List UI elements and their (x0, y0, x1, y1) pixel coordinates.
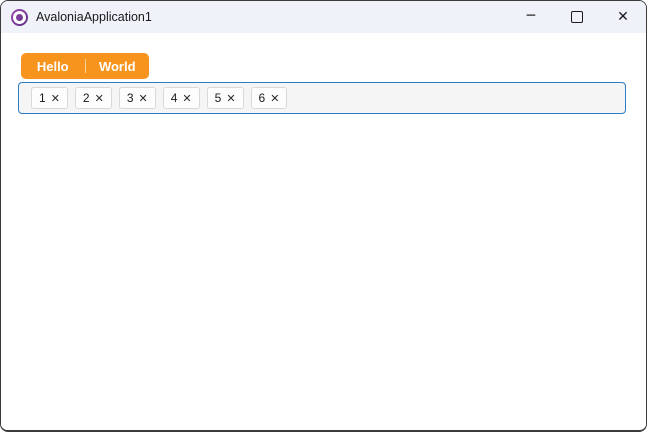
maximize-icon (571, 11, 583, 23)
avalonia-logo-icon (11, 8, 28, 26)
tab-strip: Hello World (21, 53, 149, 79)
chip-label: 2 (82, 91, 90, 105)
chip: 2 ✕ (74, 87, 112, 109)
app-window: AvaloniaApplication1 ─ ✕ Hello World 1 ✕ (0, 0, 647, 432)
tab-world[interactable]: World (86, 53, 150, 79)
caption-buttons: ─ ✕ (508, 1, 646, 33)
chip-close-button[interactable]: ✕ (51, 93, 60, 104)
window-title: AvaloniaApplication1 (36, 10, 152, 24)
chip: 4 ✕ (162, 87, 200, 109)
chip-close-button[interactable]: ✕ (95, 93, 104, 104)
chip: 5 ✕ (206, 87, 244, 109)
close-button[interactable]: ✕ (600, 1, 646, 33)
chip-label: 1 (39, 91, 46, 105)
tab-hello[interactable]: Hello (21, 53, 85, 79)
chip: 3 ✕ (118, 87, 156, 109)
chip-label: 6 (258, 91, 266, 105)
chip-close-button[interactable]: ✕ (226, 93, 235, 104)
chip-label: 5 (214, 91, 222, 105)
chip-close-button[interactable]: ✕ (182, 93, 191, 104)
main-content: Hello World 1 ✕ 2 ✕ 3 ✕ 4 ✕ 5 ✕ 6 ✕ (1, 33, 646, 430)
chip-input-box[interactable]: 1 ✕ 2 ✕ 3 ✕ 4 ✕ 5 ✕ 6 ✕ (18, 82, 626, 114)
chip-close-button[interactable]: ✕ (139, 93, 148, 104)
minimize-icon: ─ (526, 8, 536, 24)
close-icon: ✕ (617, 9, 629, 25)
chip-label: 4 (170, 91, 178, 105)
titlebar[interactable]: AvaloniaApplication1 ─ ✕ (1, 1, 646, 33)
chip: 6 ✕ (250, 87, 288, 109)
maximize-button[interactable] (554, 1, 600, 33)
minimize-button[interactable]: ─ (508, 1, 554, 33)
chip-close-button[interactable]: ✕ (270, 93, 279, 104)
chip-label: 3 (126, 91, 134, 105)
chip: 1 ✕ (31, 87, 68, 109)
